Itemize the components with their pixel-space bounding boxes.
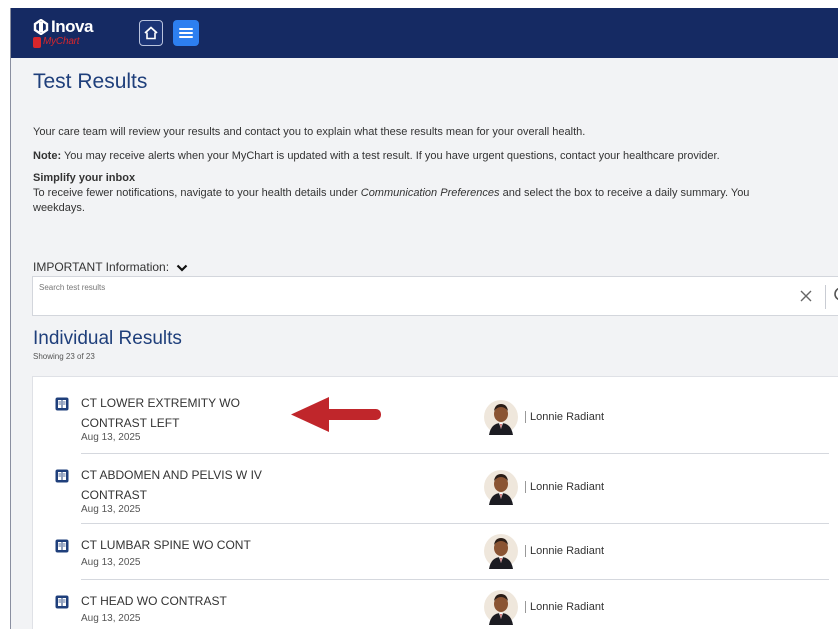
simplify-heading: Simplify your inbox — [33, 172, 135, 184]
intro-text: Your care team will review your results … — [33, 126, 586, 138]
mychart-window: Inova MyChart Test Results Your care tea… — [10, 8, 838, 629]
search-icon[interactable] — [833, 286, 838, 306]
document-icon — [55, 397, 69, 411]
result-date: Aug 13, 2025 — [81, 504, 141, 515]
top-navigation-bar: Inova MyChart — [11, 8, 838, 58]
provider-divider — [525, 545, 526, 558]
result-date: Aug 13, 2025 — [81, 613, 141, 624]
provider-name: Lonnie Radiant — [525, 411, 605, 424]
close-icon[interactable] — [799, 289, 813, 303]
brand-name: Inova — [51, 17, 93, 36]
provider-divider — [525, 601, 526, 614]
provider-divider — [525, 411, 526, 424]
results-list: CT LOWER EXTREMITY WO CONTRAST LEFT Aug … — [32, 376, 838, 629]
provider-divider — [525, 481, 526, 494]
note-label: Note: — [33, 150, 62, 162]
simplify-text-start: To receive fewer notifications, navigate… — [33, 187, 361, 199]
result-title[interactable]: CT LOWER EXTREMITY WO CONTRAST LEFT — [81, 393, 281, 433]
provider-name: Lonnie Radiant — [525, 545, 605, 558]
note-text: Note: You may receive alerts when your M… — [33, 150, 720, 162]
result-title[interactable]: CT ABDOMEN AND PELVIS W IV CONTRAST — [81, 465, 281, 505]
hamburger-menu-icon — [179, 28, 193, 30]
result-date: Aug 13, 2025 — [81, 432, 141, 443]
home-icon — [144, 26, 158, 40]
important-information-toggle[interactable]: IMPORTANT Information: — [33, 260, 188, 274]
provider-name: Lonnie Radiant — [525, 601, 605, 614]
row-divider — [81, 453, 829, 454]
search-test-results-input[interactable]: Search test results — [32, 276, 838, 316]
provider-name-text: Lonnie Radiant — [530, 545, 605, 557]
page-title: Test Results — [33, 70, 148, 93]
provider-name-text: Lonnie Radiant — [530, 601, 605, 613]
document-icon — [55, 469, 69, 483]
avatar-icon — [484, 400, 518, 435]
simplify-title: Simplify your inbox — [33, 172, 136, 184]
communication-preferences-text: Communication Preferences — [360, 187, 500, 199]
result-title[interactable]: CT HEAD WO CONTRAST — [81, 591, 281, 611]
avatar-icon — [484, 534, 518, 569]
document-icon — [55, 595, 69, 609]
important-information-label: IMPORTANT Information: — [33, 260, 170, 274]
row-divider — [81, 523, 829, 524]
search-placeholder: Search test results — [39, 283, 106, 292]
chevron-down-icon — [177, 264, 188, 272]
individual-results-heading: Individual Results — [33, 328, 182, 349]
brand-subname: MyChart — [43, 36, 80, 47]
mychart-logo-badge — [33, 37, 41, 48]
note-body: You may receive alerts when your MyChart… — [61, 150, 720, 162]
result-title[interactable]: CT LUMBAR SPINE WO CONT — [81, 535, 281, 555]
inova-logo-mark-icon — [33, 19, 49, 35]
provider-name: Lonnie Radiant — [525, 481, 605, 494]
simplify-text-end: and select the box to receive a daily su… — [499, 187, 750, 199]
inova-mychart-logo[interactable]: Inova MyChart — [33, 17, 123, 51]
avatar-icon — [484, 470, 518, 505]
hamburger-menu-icon — [179, 32, 193, 34]
hamburger-menu-icon — [179, 36, 193, 38]
avatar-icon — [484, 590, 518, 625]
search-divider — [825, 285, 826, 309]
provider-name-text: Lonnie Radiant — [530, 481, 605, 493]
simplify-text-line2: weekdays. — [33, 202, 85, 214]
main-menu-button[interactable] — [173, 20, 199, 46]
simplify-text: To receive fewer notifications, navigate… — [33, 187, 749, 199]
annotation-arrow-icon — [291, 397, 381, 432]
document-icon — [55, 539, 69, 553]
result-date: Aug 13, 2025 — [81, 557, 141, 568]
results-count: Showing 23 of 23 — [33, 352, 95, 361]
provider-name-text: Lonnie Radiant — [530, 411, 605, 423]
row-divider — [81, 579, 829, 580]
home-button[interactable] — [139, 20, 163, 46]
